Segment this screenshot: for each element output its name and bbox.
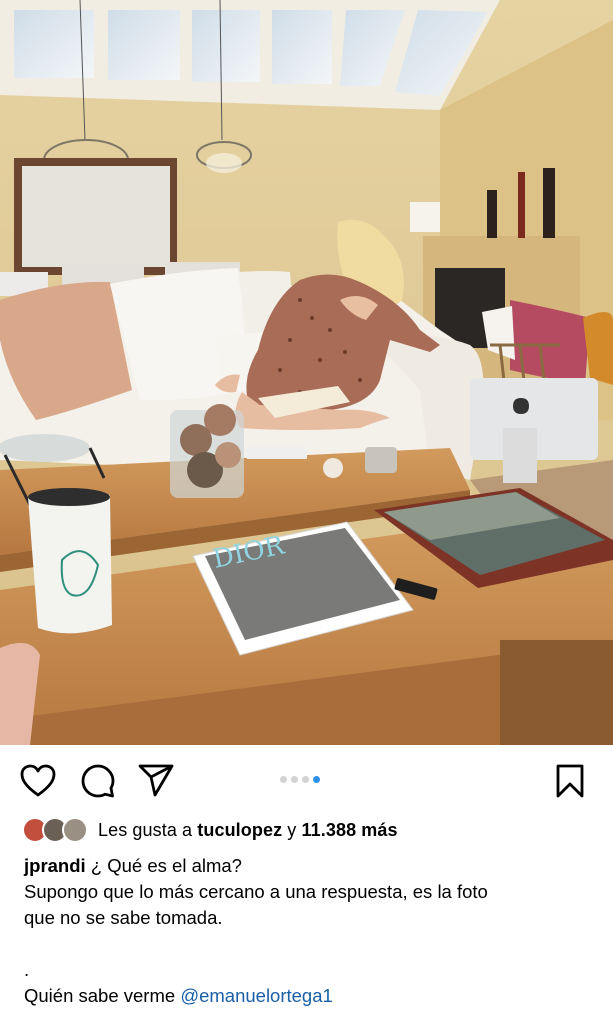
- likes-user[interactable]: tuculopez: [197, 820, 282, 840]
- likes-prefix: Les gusta a: [98, 819, 193, 840]
- carousel-dot-active: [313, 776, 320, 783]
- bookmark-icon[interactable]: [552, 763, 588, 799]
- heart-icon[interactable]: [20, 763, 56, 799]
- likes-connector: y: [287, 819, 297, 840]
- carousel-indicator: [280, 776, 320, 784]
- post-caption: jprandi ¿ Qué es el alma? Supongo que lo…: [24, 853, 599, 1009]
- likes-count[interactable]: 11.388 más: [302, 820, 398, 840]
- caption-text: que no se sabe tomada.: [24, 907, 223, 928]
- caption-username[interactable]: jprandi: [24, 855, 86, 876]
- caption-text: Supongo que lo más cercano a una respues…: [24, 881, 488, 902]
- carousel-dot: [280, 776, 287, 783]
- carousel-dot: [302, 776, 309, 783]
- caption-text: ¿ Qué es el alma?: [90, 855, 242, 876]
- caption-mention-link[interactable]: @emanuelortega1: [180, 985, 333, 1006]
- caption-text: .: [24, 959, 30, 980]
- avatar: [62, 817, 88, 843]
- caption-text: Quién sabe verme: [24, 985, 176, 1006]
- comment-icon[interactable]: [80, 763, 116, 799]
- liker-avatars: [22, 817, 88, 843]
- likes-row[interactable]: Les gusta a tuculopez y 11.388 más: [22, 816, 398, 844]
- likes-text: Les gusta a tuculopez y 11.388 más: [98, 820, 398, 841]
- carousel-dot: [291, 776, 298, 783]
- post-photo[interactable]: DIOR: [0, 0, 613, 745]
- send-icon[interactable]: [138, 763, 174, 799]
